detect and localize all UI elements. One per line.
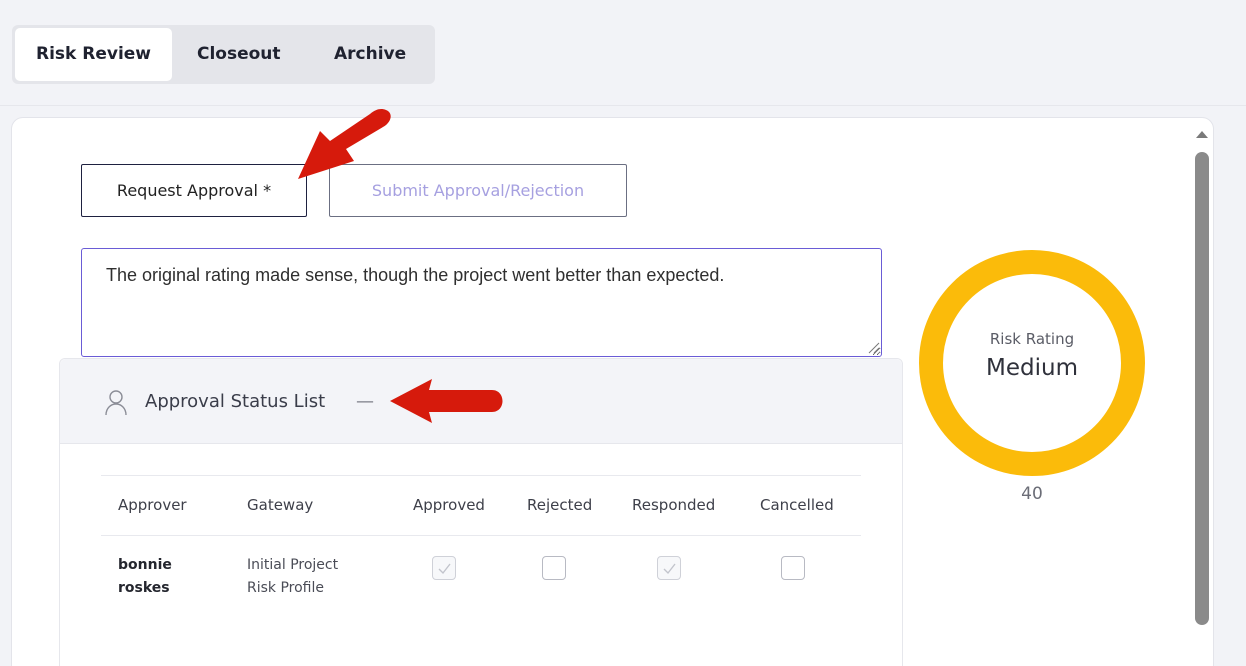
column-header-cancelled: Cancelled xyxy=(760,496,834,514)
table-header-divider xyxy=(101,535,861,536)
rejected-checkbox[interactable] xyxy=(542,556,566,580)
scroll-up-arrow-icon[interactable] xyxy=(1196,131,1208,138)
resize-grip-icon[interactable] xyxy=(866,340,880,354)
risk-rating-value: Medium xyxy=(986,355,1078,381)
approver-name-line2: roskes xyxy=(118,580,170,596)
column-header-approver: Approver xyxy=(118,496,187,514)
header-divider xyxy=(0,105,1246,106)
comment-textarea[interactable]: The original rating made sense, though t… xyxy=(81,248,882,357)
approver-name-line1: bonnie xyxy=(118,557,172,573)
responded-checkbox[interactable] xyxy=(657,556,681,580)
approval-status-title: Approval Status List xyxy=(145,391,326,412)
checkmark-icon xyxy=(663,563,676,575)
column-header-approved: Approved xyxy=(413,496,485,514)
request-approval-button[interactable]: Request Approval * xyxy=(81,164,307,217)
risk-rating-label: Risk Rating xyxy=(989,330,1075,348)
table-top-border xyxy=(101,475,861,476)
gateway-line2: Risk Profile xyxy=(247,580,324,596)
column-header-rejected: Rejected xyxy=(527,496,593,514)
column-header-responded: Responded xyxy=(632,496,716,514)
collapse-toggle[interactable]: — xyxy=(356,391,374,412)
approved-checkbox[interactable] xyxy=(432,556,456,580)
tab-archive[interactable]: Archive xyxy=(334,28,406,81)
cancelled-checkbox[interactable] xyxy=(781,556,805,580)
risk-score: 40 xyxy=(1021,484,1043,504)
annotation-arrow-request xyxy=(298,109,391,179)
column-header-gateway: Gateway xyxy=(247,496,314,514)
annotation-arrow-approval xyxy=(390,379,503,423)
scrollbar-thumb[interactable] xyxy=(1195,152,1209,625)
tab-risk-review[interactable]: Risk Review xyxy=(15,28,172,81)
tab-closeout[interactable]: Closeout xyxy=(197,28,281,81)
gateway-line1: Initial Project xyxy=(247,557,339,573)
person-icon xyxy=(105,390,127,416)
tab-bar: Risk Review Closeout Archive xyxy=(12,25,435,84)
checkmark-icon xyxy=(438,563,451,575)
